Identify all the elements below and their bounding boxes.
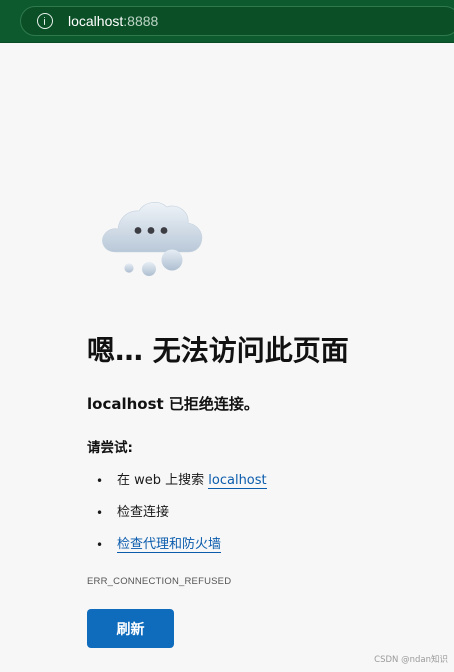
url-port: :8888: [123, 13, 159, 29]
suggestion-check-connection-text: 检查连接: [117, 505, 170, 520]
search-localhost-link[interactable]: localhost: [208, 473, 267, 489]
watermark: CSDN @ndan知识: [374, 655, 448, 665]
error-message: localhost 已拒绝连接。: [87, 395, 259, 413]
suggestion-list: 在 web 上搜索 localhost 检查连接 检查代理和防火墙: [96, 471, 267, 567]
page-title: 嗯… 无法访问此页面: [87, 334, 349, 367]
address-bar[interactable]: localhost:8888: [20, 6, 454, 36]
cloud-dots-icon: [102, 202, 203, 276]
refresh-button[interactable]: 刷新: [87, 609, 174, 648]
error-code: ERR_CONNECTION_REFUSED: [87, 576, 232, 587]
try-label: 请尝试:: [87, 440, 133, 456]
suggestion-search-prefix: 在 web 上搜索: [117, 473, 209, 488]
url-text[interactable]: localhost:8888: [68, 12, 158, 30]
url-host: localhost: [68, 13, 124, 29]
suggestion-check-proxy: 检查代理和防火墙: [96, 535, 267, 555]
info-icon[interactable]: [37, 13, 53, 29]
suggestion-search: 在 web 上搜索 localhost: [96, 471, 267, 491]
suggestion-check-connection: 检查连接: [96, 503, 267, 523]
browser-toolbar: localhost:8888: [0, 0, 454, 43]
check-proxy-firewall-link[interactable]: 检查代理和防火墙: [117, 537, 222, 553]
